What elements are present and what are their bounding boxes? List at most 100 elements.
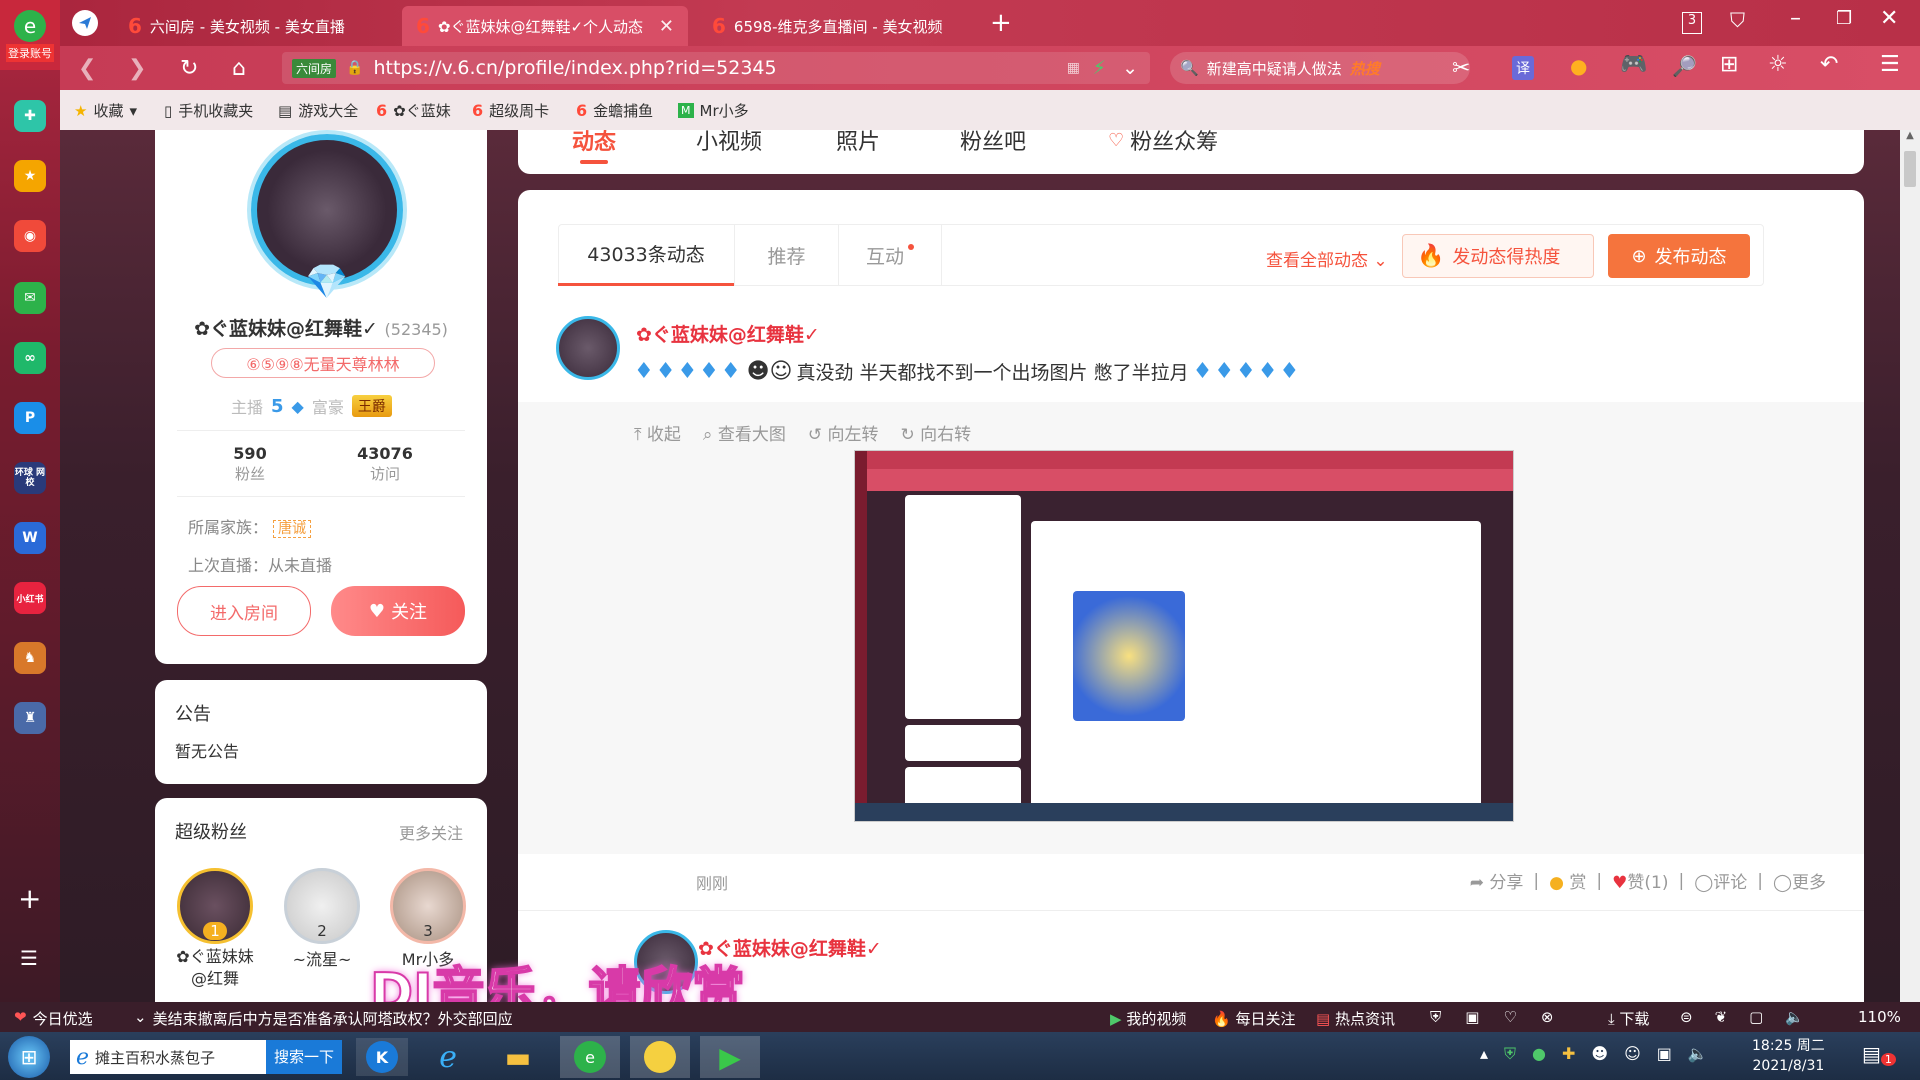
search-field[interactable]: 🔍 新建高中疑请人做法 热搜 <box>1170 52 1470 84</box>
heart-outline-icon[interactable]: ♡ <box>1503 1008 1516 1026</box>
bookmark-mobile[interactable]: ▯ 手机收藏夹 <box>164 100 253 121</box>
hot-news-link[interactable]: ▤ 热点资讯 <box>1316 1008 1395 1029</box>
tab-list-button[interactable] <box>72 10 98 36</box>
tab-short-video[interactable]: 小视频 <box>696 130 762 156</box>
restore-icon[interactable]: ❐ <box>1836 8 1852 29</box>
taskbar-folder-icon[interactable]: ▬ <box>492 1038 544 1076</box>
taskbar-ie-search[interactable]: ℯ 摊主百积水蒸包子 搜索一下 <box>70 1040 342 1074</box>
refresh-icon[interactable]: ↻ <box>180 56 198 81</box>
more-button[interactable]: ◯更多 <box>1773 868 1826 893</box>
back-icon[interactable]: ❮ <box>78 56 96 81</box>
hongbao-app-icon[interactable]: 小红书 <box>14 582 46 614</box>
fans-stat[interactable]: 590 粉丝 <box>215 444 285 484</box>
taskbar-player-icon[interactable]: ▶ <box>700 1036 760 1078</box>
bookmark-favorites[interactable]: ★ 收藏 ▾ <box>74 100 137 121</box>
cloud-app-icon[interactable]: ∞ <box>14 342 46 374</box>
new-tab-button[interactable]: + <box>990 8 1012 38</box>
tray-up-icon[interactable]: ▴ <box>1480 1044 1488 1064</box>
doc-app-icon[interactable]: W <box>14 522 46 554</box>
tab-2[interactable]: 6 6598-维克多直播间 - 美女视频 <box>698 6 968 46</box>
tray-shield-icon[interactable]: ⛨ <box>1504 1044 1516 1064</box>
tab-crowdfunding[interactable]: ♡ 粉丝众筹 <box>1108 130 1218 156</box>
gamepad-icon[interactable]: 🎮 <box>1620 52 1647 77</box>
view-all-dropdown[interactable]: 查看全部动态 ⌄ <box>1266 246 1388 271</box>
post-image[interactable] <box>854 450 1514 822</box>
tab-recommend[interactable]: 推荐 <box>734 224 838 286</box>
home-icon[interactable]: ⌂ <box>232 56 246 81</box>
ball-icon[interactable]: ⊗ <box>1541 1008 1554 1026</box>
undo-icon[interactable]: ↶ <box>1820 52 1838 77</box>
close-window-icon[interactable]: ✕ <box>1880 6 1898 31</box>
family-badge[interactable]: 唐诚 <box>273 520 312 538</box>
taskbar-search-button[interactable]: 搜索一下 <box>265 1040 342 1074</box>
list-icon[interactable]: ☰ <box>20 946 38 970</box>
rotate-right-button[interactable]: ↻ 向右转 <box>901 420 972 445</box>
tab-fan-bar[interactable]: 粉丝吧 <box>960 130 1026 156</box>
lightning-icon[interactable]: ⚡ <box>1093 57 1106 79</box>
coin-icon[interactable]: ● <box>1570 54 1587 78</box>
menu-icon[interactable]: ☰ <box>1880 52 1900 77</box>
taskbar-avatar-app-icon[interactable] <box>630 1036 690 1078</box>
hot-dynamic-button[interactable]: 🔥 发动态得热度 <box>1402 234 1594 278</box>
window-icon[interactable]: ▢ <box>1749 1008 1763 1026</box>
login-account-button[interactable]: e 登录账号 <box>0 0 60 70</box>
url-field[interactable]: 六间房 🔒 https://v.6.cn/profile/index.php?r… <box>282 52 1150 84</box>
tab-all-dynamics[interactable]: 43033条动态 <box>558 224 734 286</box>
speaker-icon[interactable]: 🔈 <box>1785 1008 1804 1026</box>
brightness-icon[interactable]: ☼ <box>1768 52 1788 77</box>
minimize-icon[interactable]: – <box>1790 6 1801 31</box>
clock[interactable]: 18:25 周二 2021/8/31 <box>1752 1036 1825 1076</box>
mail-app-icon[interactable]: ✉ <box>14 282 46 314</box>
shield-icon[interactable]: ⛨ <box>1430 1008 1441 1026</box>
download-link[interactable]: ⤓ 下载 <box>1608 1008 1649 1029</box>
pay-app-icon[interactable]: P <box>14 402 46 434</box>
taskbar-browser-icon[interactable]: e <box>560 1036 620 1078</box>
favorites-app-icon[interactable]: ★ <box>14 160 46 192</box>
tray-network-icon[interactable]: ▣ <box>1657 1044 1672 1064</box>
view-large-button[interactable]: ⌕ 查看大图 <box>703 420 786 445</box>
tab-1[interactable]: 6 ✿ぐ蓝妹妹@红舞鞋✓个人动态 ✕ <box>402 6 688 46</box>
daily-follow-link[interactable]: 🔥 每日关注 <box>1212 1008 1295 1029</box>
bookmark-weekcard[interactable]: 6 超级周卡 <box>472 100 549 121</box>
enter-room-button[interactable]: 进入房间 <box>177 586 311 636</box>
news-app-icon[interactable]: 环球 网校 <box>14 462 46 494</box>
follow-button[interactable]: ♥ 关注 <box>331 586 465 636</box>
tab-0[interactable]: 6 六间房 - 美女视频 - 美女直播 <box>114 6 394 46</box>
post-avatar[interactable] <box>556 316 620 380</box>
grid-icon[interactable]: ⊞ <box>1720 52 1738 77</box>
page-scrollbar[interactable]: ▲ <box>1900 130 1920 1002</box>
tab-count-badge[interactable]: 3 <box>1682 12 1702 34</box>
tray-volume-icon[interactable]: 🔈 <box>1688 1044 1708 1064</box>
post-author[interactable]: ✿ぐ蓝妹妹@红舞鞋✓ <box>636 320 820 347</box>
shirt-icon[interactable]: ⛉ <box>1730 8 1745 32</box>
add-app-icon[interactable]: + <box>18 882 41 915</box>
tab-interaction[interactable]: 互动 <box>838 224 942 286</box>
taskbar-ie-icon[interactable]: ℯ <box>422 1038 474 1076</box>
share-button[interactable]: ➦ 分享 <box>1470 868 1524 893</box>
tray-browser-icon[interactable]: ● <box>1532 1044 1546 1064</box>
sync-icon[interactable]: ⊜ <box>1680 1008 1693 1026</box>
fan-item-2[interactable]: 2 ~流星~ <box>277 868 367 970</box>
tab-dynamic[interactable]: 动态 <box>572 130 616 164</box>
visits-stat[interactable]: 43076 访问 <box>345 444 425 484</box>
qr-icon[interactable]: ▦ <box>1067 60 1080 76</box>
tray-plus-icon[interactable]: ✚ <box>1562 1044 1575 1064</box>
bookmark-profile[interactable]: 6 ✿ぐ蓝妹 <box>376 100 451 121</box>
collapse-button[interactable]: ⤒ 收起 <box>634 420 681 445</box>
comment-button[interactable]: ◯评论 <box>1694 868 1747 893</box>
taskbar-k-app-icon[interactable]: K <box>356 1038 408 1076</box>
start-button[interactable]: ⊞ <box>8 1036 50 1078</box>
scroll-up-icon[interactable]: ▲ <box>1900 130 1920 141</box>
zoom-level[interactable]: 110% <box>1858 1008 1901 1026</box>
scissors-icon[interactable]: ✂ <box>1452 56 1470 81</box>
more-follow-link[interactable]: 更多关注 <box>399 820 463 844</box>
notification-button[interactable]: ▤ 1 <box>1862 1042 1896 1066</box>
scroll-thumb[interactable] <box>1904 151 1916 187</box>
magnifier-icon[interactable]: 🔎 <box>1672 54 1697 78</box>
tab-photos[interactable]: 照片 <box>836 130 880 156</box>
like-button[interactable]: ♥赞(1) <box>1612 868 1668 893</box>
bookmark-games[interactable]: ▤ 游戏大全 <box>278 100 358 121</box>
tray-qq-icon[interactable]: ☻ <box>1591 1044 1608 1064</box>
close-tab-icon[interactable]: ✕ <box>659 16 674 37</box>
reward-button[interactable]: ● 赏 <box>1549 868 1586 893</box>
